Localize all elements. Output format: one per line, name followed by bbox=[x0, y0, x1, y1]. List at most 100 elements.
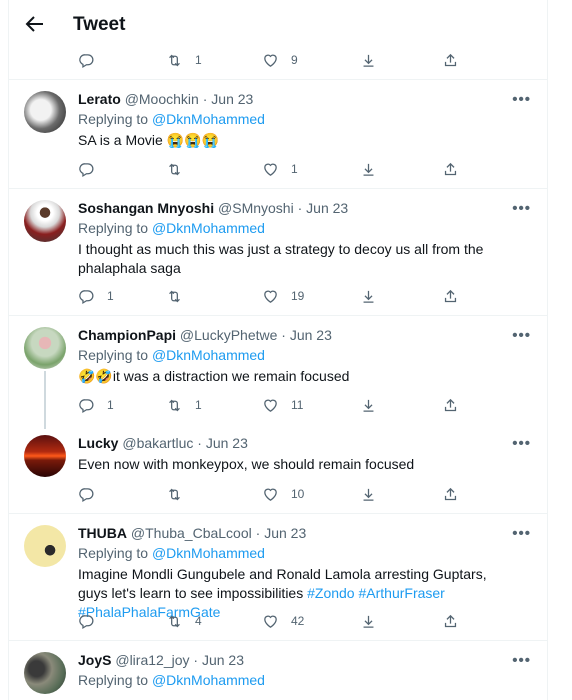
heart-icon bbox=[262, 161, 279, 178]
display-name[interactable]: ChampionPapi bbox=[78, 327, 176, 343]
divider bbox=[9, 315, 547, 316]
save-button[interactable] bbox=[360, 286, 389, 306]
share-button[interactable] bbox=[442, 395, 471, 415]
handle[interactable]: @Thuba_CbaLcool bbox=[131, 525, 252, 541]
like-button[interactable]: 11 bbox=[262, 395, 303, 415]
more-icon[interactable]: ••• bbox=[512, 200, 531, 217]
hashtag-link[interactable]: #ArthurFraser bbox=[358, 585, 444, 601]
tweet-text: SA is a Movie 😭😭😭 bbox=[78, 132, 219, 148]
mention-link[interactable]: @DknMohammed bbox=[152, 220, 265, 236]
display-name[interactable]: Lerato bbox=[78, 91, 121, 107]
share-button[interactable] bbox=[442, 286, 471, 306]
tweet-text: I thought as much this was just a strate… bbox=[78, 241, 484, 276]
like-button[interactable]: 9 bbox=[262, 50, 298, 70]
mention-link[interactable]: @DknMohammed bbox=[152, 545, 265, 561]
reply-icon bbox=[78, 161, 95, 178]
heart-icon bbox=[262, 486, 279, 503]
mention-link[interactable]: @DknMohammed bbox=[152, 347, 265, 363]
reply-icon bbox=[78, 613, 95, 630]
handle[interactable]: @bakartluc bbox=[122, 435, 193, 451]
handle[interactable]: @lira12_joy bbox=[115, 652, 189, 668]
timestamp[interactable]: Jun 23 bbox=[202, 652, 244, 668]
like-button[interactable]: 1 bbox=[262, 159, 298, 179]
reply-button[interactable] bbox=[78, 50, 107, 70]
reply-icon bbox=[78, 288, 95, 305]
tweet-header: Lerato @Moochkin · Jun 23 bbox=[78, 91, 254, 107]
timestamp[interactable]: Jun 23 bbox=[264, 525, 306, 541]
retweet-icon bbox=[166, 288, 183, 305]
save-button[interactable] bbox=[360, 395, 389, 415]
more-icon[interactable]: ••• bbox=[512, 652, 531, 669]
share-icon bbox=[442, 52, 459, 69]
download-icon bbox=[360, 288, 377, 305]
like-button[interactable]: 19 bbox=[262, 286, 304, 306]
share-button[interactable] bbox=[442, 611, 471, 631]
timestamp[interactable]: Jun 23 bbox=[290, 327, 332, 343]
download-icon bbox=[360, 52, 377, 69]
retweet-icon bbox=[166, 52, 183, 69]
timestamp[interactable]: Jun 23 bbox=[206, 435, 248, 451]
heart-icon bbox=[262, 288, 279, 305]
avatar[interactable] bbox=[24, 652, 66, 694]
retweet-icon bbox=[166, 397, 183, 414]
heart-icon bbox=[262, 613, 279, 630]
timestamp[interactable]: Jun 23 bbox=[306, 200, 348, 216]
tweet-header: ChampionPapi @LuckyPhetwe · Jun 23 bbox=[78, 327, 332, 343]
retweet-button[interactable]: 1 bbox=[166, 395, 202, 415]
display-name[interactable]: Soshangan Mnyoshi bbox=[78, 200, 214, 216]
reply-button[interactable]: 1 bbox=[78, 286, 114, 306]
display-name[interactable]: THUBA bbox=[78, 525, 127, 541]
retweet-button[interactable] bbox=[166, 159, 195, 179]
divider bbox=[9, 188, 547, 189]
hashtag-link[interactable]: #Zondo bbox=[307, 585, 354, 601]
retweet-button[interactable] bbox=[166, 286, 195, 306]
handle[interactable]: @Moochkin bbox=[125, 91, 199, 107]
share-button[interactable] bbox=[442, 50, 471, 70]
download-icon bbox=[360, 613, 377, 630]
more-icon[interactable]: ••• bbox=[512, 435, 531, 452]
timestamp[interactable]: Jun 23 bbox=[211, 91, 253, 107]
mention-link[interactable]: @DknMohammed bbox=[152, 111, 265, 127]
main-tweet-actions: 1 9 bbox=[78, 50, 478, 70]
share-button[interactable] bbox=[442, 484, 471, 504]
share-button[interactable] bbox=[442, 159, 471, 179]
retweet-icon bbox=[166, 161, 183, 178]
avatar[interactable] bbox=[24, 525, 66, 567]
reply-button[interactable] bbox=[78, 159, 107, 179]
like-button[interactable]: 10 bbox=[262, 484, 304, 504]
save-button[interactable] bbox=[360, 50, 389, 70]
more-icon[interactable]: ••• bbox=[512, 327, 531, 344]
more-icon[interactable]: ••• bbox=[512, 91, 531, 108]
avatar[interactable] bbox=[24, 200, 66, 242]
reply-icon bbox=[78, 486, 95, 503]
retweet-button[interactable] bbox=[166, 484, 195, 504]
save-button[interactable] bbox=[360, 159, 389, 179]
back-arrow-icon[interactable] bbox=[23, 12, 47, 36]
avatar[interactable] bbox=[24, 91, 66, 133]
tweet-text: Even now with monkeypox, we should remai… bbox=[78, 456, 415, 472]
more-icon[interactable]: ••• bbox=[512, 525, 531, 542]
retweet-icon bbox=[166, 486, 183, 503]
handle[interactable]: @LuckyPhetwe bbox=[180, 327, 277, 343]
retweet-button[interactable]: 4 bbox=[166, 611, 202, 631]
reply-button[interactable]: 1 bbox=[78, 395, 114, 415]
mention-link[interactable]: @DknMohammed bbox=[152, 672, 265, 688]
heart-icon bbox=[262, 397, 279, 414]
save-button[interactable] bbox=[360, 484, 389, 504]
handle[interactable]: @SMnyoshi bbox=[218, 200, 294, 216]
reply-icon bbox=[78, 397, 95, 414]
reply-button[interactable] bbox=[78, 611, 107, 631]
display-name[interactable]: Lucky bbox=[78, 435, 118, 451]
avatar[interactable] bbox=[24, 435, 66, 477]
share-icon bbox=[442, 397, 459, 414]
timeline-column: Tweet 1 9 Lerato @Moochkin · Jun 23 ••• … bbox=[8, 0, 548, 700]
avatar[interactable] bbox=[24, 327, 66, 369]
tweet-header: THUBA @Thuba_CbaLcool · Jun 23 bbox=[78, 525, 307, 541]
tweet-text: 🤣🤣it was a distraction we remain focused bbox=[78, 368, 350, 384]
display-name[interactable]: JoyS bbox=[78, 652, 111, 668]
tweet-actions: 1 1 11 bbox=[78, 395, 478, 415]
retweet-button[interactable]: 1 bbox=[166, 50, 202, 70]
save-button[interactable] bbox=[360, 611, 389, 631]
like-button[interactable]: 42 bbox=[262, 611, 304, 631]
reply-button[interactable] bbox=[78, 484, 107, 504]
